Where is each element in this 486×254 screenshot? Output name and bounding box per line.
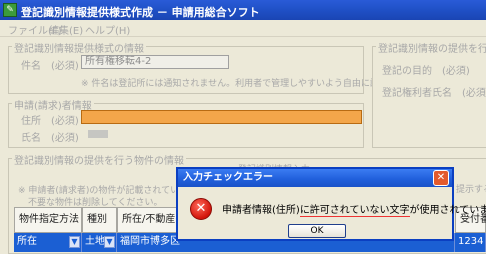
case-label: 件名 (必須) <box>21 61 79 72</box>
cell-type[interactable]: 土地 ▼ <box>82 233 117 252</box>
menu-bar: ファイル(F) 編集(E) ヘルプ(H) <box>0 20 486 37</box>
message-part-1: 申請者情報(住所) <box>222 205 300 216</box>
address-input[interactable] <box>81 110 362 124</box>
case-input[interactable]: 所有権移転4-2 <box>81 55 229 69</box>
message-part-2: が使用されています。 <box>409 205 486 216</box>
title-bar: ✎ 登記識別情報提供様式作成 － 申請用総合ソフト <box>0 0 486 20</box>
column-header-method[interactable]: 物件指定方法 <box>14 207 82 233</box>
address-label: 住所 (必須) <box>21 116 79 127</box>
cell-type-text: 土地 <box>85 236 105 247</box>
right-panel-group-title: 登記識別情報の提供を行う登 <box>376 40 486 55</box>
window-title: 登記識別情報提供様式作成 － 申請用総合ソフト <box>21 6 260 19</box>
dialog-message: 申請者情報(住所)に許可されていない文字が使用されています。 <box>222 201 486 217</box>
cell-method[interactable]: 所在 ▼ <box>14 233 82 252</box>
name-value-redacted <box>88 130 108 138</box>
dropdown-arrow-icon[interactable]: ▼ <box>69 236 80 248</box>
dropdown-arrow-icon[interactable]: ▼ <box>104 236 115 248</box>
form-info-group-title: 登記識別情報提供様式の情報 <box>12 40 146 55</box>
cell-receipt[interactable]: 1234 <box>455 233 486 252</box>
app-icon: ✎ <box>3 3 17 17</box>
property-right-note: 提示する(ず) <box>456 185 486 195</box>
column-header-type[interactable]: 種別 <box>82 207 117 233</box>
ok-button[interactable]: OK <box>288 224 346 238</box>
holder-label: 登記権利者氏名 (必須) <box>382 88 486 99</box>
menu-help[interactable]: ヘルプ(H) <box>85 22 130 37</box>
menu-edit[interactable]: 編集(E) <box>49 22 83 37</box>
message-highlight: に許可されていない文字 <box>299 205 410 217</box>
property-group-title: 登記識別情報の提供を行う物件の情報 <box>12 152 186 167</box>
name-label: 氏名 (必須) <box>21 133 79 144</box>
dialog-title: 入力チェックエラー <box>178 169 452 187</box>
error-dialog: 入力チェックエラー ✕ ✕ 申請者情報(住所)に許可されていない文字が使用されて… <box>176 167 486 241</box>
cell-method-text: 所在 <box>17 236 37 247</box>
error-icon: ✕ <box>190 198 212 220</box>
purpose-label: 登記の目的 (必須) <box>382 66 470 77</box>
close-icon[interactable]: ✕ <box>433 170 449 186</box>
